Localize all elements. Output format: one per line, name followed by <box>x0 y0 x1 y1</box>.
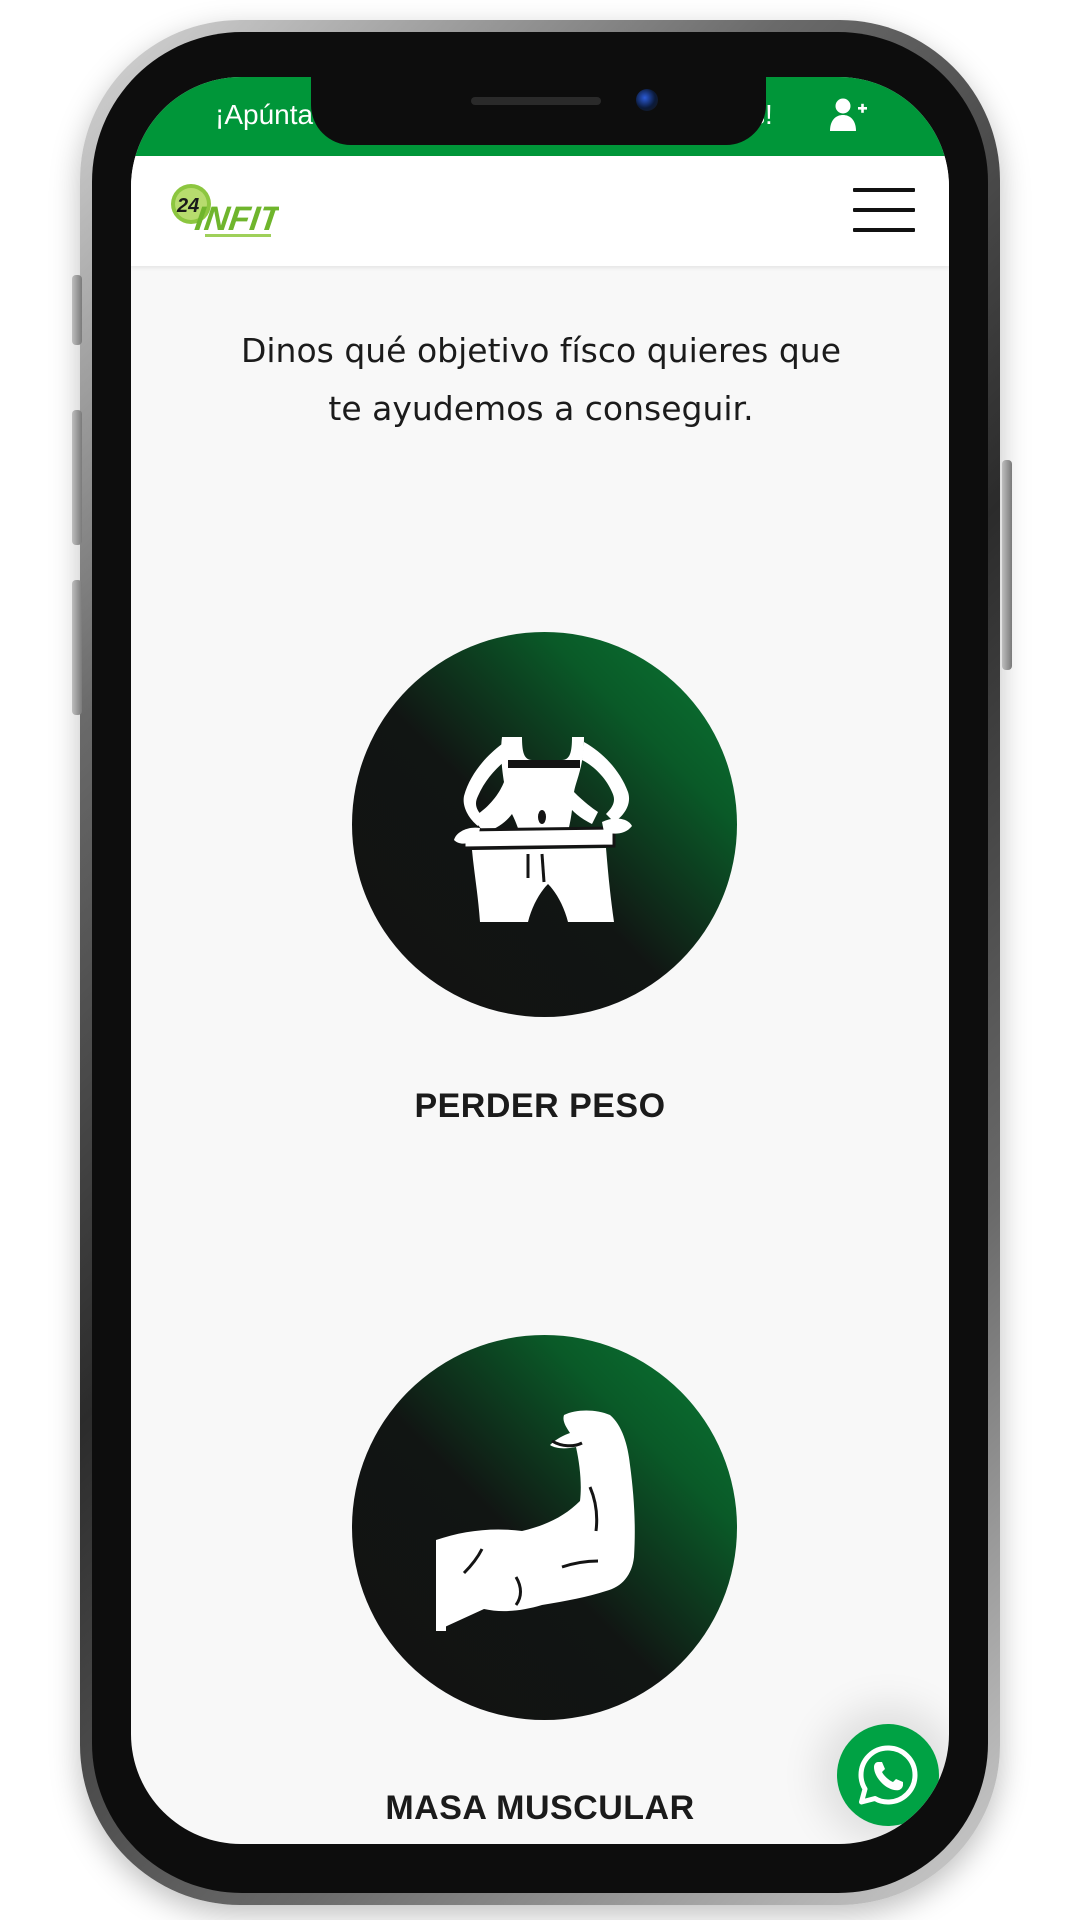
phone-volume-up <box>72 410 82 545</box>
phone-speaker <box>471 97 601 105</box>
promo-text-left: ¡Apúnta <box>215 99 314 130</box>
phone-power-button <box>1002 460 1012 670</box>
menu-hamburger-icon[interactable] <box>853 188 915 234</box>
flexed-arm-icon <box>436 1410 635 1631</box>
phone-notch <box>311 77 766 145</box>
goal-lose-weight-button[interactable] <box>352 632 737 1017</box>
goal-muscle-mass-button[interactable] <box>352 1335 737 1720</box>
svg-text:INFIT: INFIT <box>193 200 279 238</box>
site-header: 24 INFIT <box>131 156 949 266</box>
goal-muscle-mass-label[interactable]: MASA MUSCULAR <box>131 1789 949 1828</box>
waist-icon <box>454 737 632 922</box>
whatsapp-icon <box>858 1745 918 1805</box>
brand-logo[interactable]: 24 INFIT <box>169 178 279 246</box>
whatsapp-button[interactable] <box>837 1724 939 1826</box>
phone-camera <box>636 89 658 111</box>
intro-text: Dinos qué objetivo físco quieres que te … <box>191 322 891 438</box>
phone-volume-down <box>72 580 82 715</box>
goal-lose-weight-label[interactable]: PERDER PESO <box>131 1087 949 1126</box>
user-plus-icon[interactable] <box>829 97 869 133</box>
intro-line-1: Dinos qué objetivo físco quieres que <box>240 331 842 370</box>
phone-screen: ¡Apúnta s! 24 INFIT Dinos qué objetivo f… <box>131 77 949 1844</box>
phone-mute-switch <box>72 275 82 345</box>
intro-line-2: te ayudemos a conseguir. <box>328 389 754 428</box>
